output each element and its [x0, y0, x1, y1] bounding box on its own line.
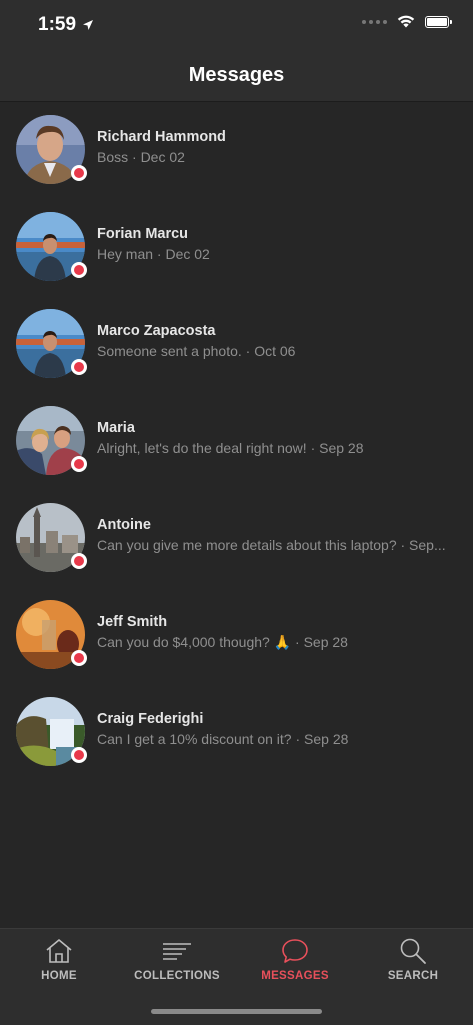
- message-preview: Boss · Dec 02: [97, 149, 185, 165]
- tab-search[interactable]: SEARCH: [354, 929, 472, 993]
- status-time: 1:59: [38, 14, 94, 36]
- unread-indicator: [71, 456, 87, 472]
- unread-indicator: [71, 359, 87, 375]
- contact-name: Craig Federighi: [97, 711, 204, 727]
- conversation-row[interactable]: Jeff Smith Can you do $4,000 though? 🙏 ·…: [0, 586, 473, 683]
- collections-icon: [162, 936, 192, 966]
- battery-icon: [425, 15, 452, 28]
- message-preview: Can you do $4,000 though? 🙏 · Sep 28: [97, 634, 348, 650]
- unread-indicator: [71, 165, 87, 181]
- page-title: Messages: [188, 64, 285, 86]
- conversation-list: Richard Hammond Boss · Dec 02 Forian Mar…: [0, 101, 473, 780]
- home-indicator[interactable]: [151, 1009, 322, 1014]
- conversation-row[interactable]: Richard Hammond Boss · Dec 02: [0, 101, 473, 198]
- contact-name: Richard Hammond: [97, 129, 226, 145]
- tab-home[interactable]: HOME: [0, 929, 118, 993]
- message-preview: Can I get a 10% discount on it? · Sep 28: [97, 731, 349, 747]
- home-icon: [45, 936, 73, 966]
- clock: 1:59: [38, 14, 77, 35]
- unread-indicator: [71, 747, 87, 763]
- status-indicators: [362, 15, 452, 28]
- conversation-row[interactable]: Maria Alright, let's do the deal right n…: [0, 392, 473, 489]
- tab-collections[interactable]: COLLECTIONS: [118, 929, 236, 993]
- unread-indicator: [71, 262, 87, 278]
- contact-name: Jeff Smith: [97, 614, 168, 630]
- unread-indicator: [71, 553, 87, 569]
- message-preview: Can you give me more details about this …: [97, 537, 446, 553]
- conversation-row[interactable]: Antoine Can you give me more details abo…: [0, 489, 473, 586]
- location-arrow-icon: [83, 20, 94, 30]
- status-bar: 1:59: [0, 0, 473, 50]
- conversation-row[interactable]: Craig Federighi Can I get a 10% discount…: [0, 683, 473, 780]
- search-icon: [399, 936, 427, 966]
- contact-name: Forian Marcu: [97, 226, 189, 242]
- message-preview: Hey man · Dec 02: [97, 246, 210, 262]
- tab-label: HOME: [41, 970, 77, 982]
- tab-label: SEARCH: [387, 970, 439, 982]
- wifi-icon: [397, 15, 415, 28]
- contact-name: Antoine: [97, 517, 151, 533]
- tab-label: MESSAGES: [261, 970, 329, 982]
- contact-name: Maria: [97, 420, 135, 436]
- message-preview: Alright, let's do the deal right now! · …: [97, 440, 364, 456]
- conversation-row[interactable]: Forian Marcu Hey man · Dec 02: [0, 198, 473, 295]
- chat-bubble-icon: [281, 936, 309, 966]
- tab-label: COLLECTIONS: [134, 970, 220, 982]
- tab-messages[interactable]: MESSAGES: [236, 929, 354, 993]
- unread-indicator: [71, 650, 87, 666]
- contact-name: Marco Zapacosta: [97, 323, 216, 339]
- navigation-bar: Messages: [0, 50, 473, 102]
- message-preview: Someone sent a photo. · Oct 06: [97, 343, 296, 359]
- cellular-signal-icon: [362, 19, 387, 24]
- conversation-row[interactable]: Marco Zapacosta Someone sent a photo. · …: [0, 295, 473, 392]
